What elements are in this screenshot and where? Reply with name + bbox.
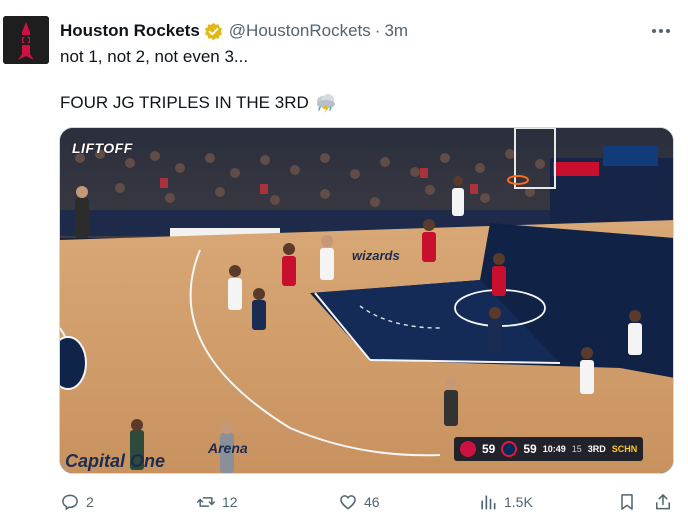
liftoff-watermark: LIFTOFF: [72, 140, 133, 156]
basketball-court-scene: wizards Capital One Arena: [60, 128, 673, 473]
repost-button[interactable]: 12: [196, 488, 238, 516]
court-arena-text: Arena: [207, 440, 248, 456]
home-score: 59: [482, 442, 496, 456]
avatar[interactable]: [3, 16, 49, 64]
bookmark-icon: [621, 494, 633, 510]
video-media[interactable]: wizards Capital One Arena LIFTOFF 59 59 …: [59, 127, 674, 474]
court-sponsor-text: Capital One: [65, 451, 165, 471]
shot-clock: 15: [571, 444, 582, 454]
views-chart-icon: [481, 495, 496, 510]
reply-button[interactable]: 2: [60, 488, 94, 516]
reply-count: 2: [86, 494, 94, 510]
game-period: 3RD: [587, 444, 606, 454]
view-count: 1.5K: [504, 494, 533, 510]
views-button[interactable]: 1.5K: [478, 488, 533, 516]
network-label: SCHN: [611, 444, 638, 454]
wizards-team-logo-icon: [501, 441, 518, 457]
display-name[interactable]: Houston Rockets: [60, 21, 200, 41]
like-button[interactable]: 46: [338, 488, 380, 516]
repost-count: 12: [222, 494, 238, 510]
tweet: Houston Rockets @HoustonRockets · 3m not…: [0, 0, 688, 523]
tweet-text-line1: not 1, not 2, not even 3...: [60, 47, 249, 66]
verified-badge-icon: [204, 22, 222, 40]
repost-icon: [196, 497, 216, 507]
tweet-text-line2: FOUR JG TRIPLES IN THE 3RD: [60, 93, 337, 113]
like-count: 46: [364, 494, 380, 510]
separator-dot: ·: [374, 21, 381, 40]
handle[interactable]: @HoustonRockets: [229, 21, 371, 41]
more-options-icon[interactable]: [650, 22, 672, 40]
game-clock: 10:49: [542, 444, 566, 454]
storm-cloud-emoji-icon: [316, 94, 335, 113]
bookmark-button[interactable]: [617, 488, 637, 516]
rockets-team-logo-icon: [460, 441, 476, 457]
tweet-header: Houston Rockets @HoustonRockets · 3m: [60, 20, 408, 42]
rockets-logo-icon: [3, 16, 49, 64]
timestamp[interactable]: 3m: [384, 21, 408, 41]
away-score: 59: [523, 442, 537, 456]
tweet-text-line2-text: FOUR JG TRIPLES IN THE 3RD: [60, 93, 309, 112]
court-wizards-text: wizards: [352, 248, 400, 263]
heart-icon: [340, 495, 356, 510]
action-bar: 2 12 46 1.5K: [0, 488, 688, 516]
scoreboard: 59 59 10:49 15 3RD SCHN: [454, 437, 644, 461]
reply-icon: [62, 494, 78, 510]
share-icon: [656, 494, 670, 510]
share-button[interactable]: [653, 488, 673, 516]
